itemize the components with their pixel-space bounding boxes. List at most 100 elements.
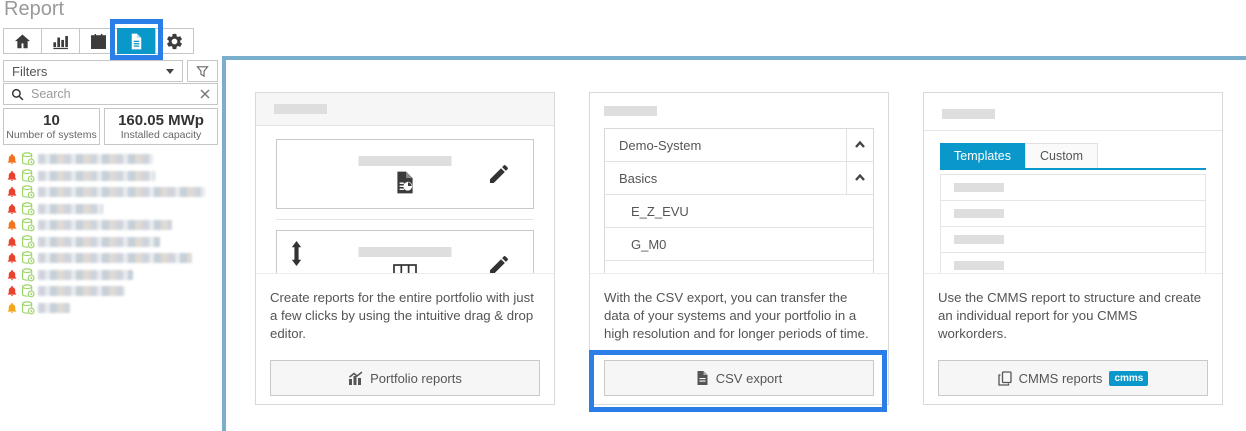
template-row[interactable] xyxy=(941,227,1205,253)
table-row-icon xyxy=(393,264,417,274)
view-toolbar xyxy=(4,28,194,54)
tab-templates[interactable]: Templates xyxy=(940,143,1025,168)
report-chart-document-icon xyxy=(392,169,418,196)
system-list-item[interactable] xyxy=(3,168,218,185)
placeholder-bar xyxy=(359,156,452,166)
cmms-reports-button[interactable]: CMMS reports cmms xyxy=(938,360,1208,396)
system-monitoring-icon xyxy=(21,152,35,166)
tree-item[interactable]: Demo-System xyxy=(605,129,873,162)
portfolio-editor-preview xyxy=(256,93,554,274)
system-list-item[interactable] xyxy=(3,201,218,218)
system-monitoring-icon xyxy=(21,284,35,298)
alarm-bell-icon xyxy=(6,302,18,314)
system-list-item[interactable] xyxy=(3,250,218,267)
template-row[interactable] xyxy=(941,201,1205,227)
tab-calendar[interactable] xyxy=(79,28,118,54)
chevron-down-icon xyxy=(166,69,174,74)
system-name-redacted xyxy=(38,187,205,197)
system-list xyxy=(3,151,218,316)
system-list-item[interactable] xyxy=(3,184,218,201)
tab-home[interactable] xyxy=(3,28,42,54)
file-icon xyxy=(696,371,709,385)
system-monitoring-icon xyxy=(21,169,35,183)
search-box xyxy=(3,83,218,105)
portfolio-reports-button[interactable]: Portfolio reports xyxy=(270,360,540,396)
edit-pencil-icon[interactable] xyxy=(487,253,511,274)
drag-updown-arrow-icon[interactable] xyxy=(290,241,303,266)
tree-item[interactable]: G_M0 xyxy=(605,228,873,261)
collapse-button[interactable] xyxy=(846,162,873,194)
system-monitoring-icon xyxy=(21,202,35,216)
system-monitoring-icon xyxy=(21,251,35,265)
tree-item-label: Demo-System xyxy=(605,138,701,153)
card-portfolio-reports: Create reports for the entire portfolio … xyxy=(255,92,555,405)
cmms-templates-preview: Templates Custom xyxy=(924,93,1222,274)
tab-analysis[interactable] xyxy=(41,28,80,54)
filter-funnel-button[interactable] xyxy=(187,60,218,82)
button-label: Portfolio reports xyxy=(370,371,462,386)
placeholder-bar xyxy=(274,104,327,114)
template-row[interactable] xyxy=(941,175,1205,201)
tab-label: Custom xyxy=(1040,149,1083,163)
system-name-redacted xyxy=(38,171,155,181)
bar-chart-icon xyxy=(51,32,70,51)
cmms-tabs: Templates Custom xyxy=(940,143,1206,170)
placeholder-bar xyxy=(954,209,1004,218)
edit-pencil-icon[interactable] xyxy=(487,162,511,186)
system-monitoring-icon xyxy=(21,235,35,249)
alarm-bell-icon xyxy=(6,236,18,248)
system-name-redacted xyxy=(38,204,103,214)
csv-tree-preview: Demo-System Basics E_Z_EVU xyxy=(590,93,888,274)
alarm-bell-icon xyxy=(6,186,18,198)
filters-dropdown[interactable]: Filters xyxy=(3,60,183,82)
alarm-bell-icon xyxy=(6,170,18,182)
card-cmms-reports: Templates Custom Use the CMMS report to … xyxy=(923,92,1223,405)
stat-value: 160.05 MWp xyxy=(105,112,217,129)
csv-export-button[interactable]: CSV export xyxy=(604,360,874,396)
tree-item-label: Basics xyxy=(605,171,657,186)
button-label: CMMS reports xyxy=(1019,371,1103,386)
page-title: Report xyxy=(4,0,64,21)
tree-item[interactable]: Basics xyxy=(605,162,873,195)
filters-label: Filters xyxy=(12,64,47,79)
system-list-item[interactable] xyxy=(3,234,218,251)
sidebar: Filters 10 Number of systems 160.05 MWp … xyxy=(3,60,218,316)
stat-number-of-systems: 10 Number of systems xyxy=(3,108,100,145)
tab-report[interactable] xyxy=(117,28,156,54)
system-list-item[interactable] xyxy=(3,300,218,317)
system-list-item[interactable] xyxy=(3,283,218,300)
placeholder-bar xyxy=(954,235,1004,244)
tree-item[interactable]: P_AC xyxy=(605,261,873,274)
clear-search-icon[interactable] xyxy=(200,89,210,99)
alarm-bell-icon xyxy=(6,252,18,264)
stat-installed-capacity: 160.05 MWp Installed capacity xyxy=(104,108,218,145)
placeholder-bar xyxy=(942,109,995,119)
placeholder-bar xyxy=(954,183,1004,192)
tab-settings[interactable] xyxy=(155,28,194,54)
system-name-redacted xyxy=(38,270,133,280)
alarm-bell-icon xyxy=(6,285,18,297)
placeholder-bar xyxy=(359,247,452,257)
tree-item-label: E_Z_EVU xyxy=(605,204,689,219)
system-monitoring-icon xyxy=(21,301,35,315)
system-name-redacted xyxy=(38,303,70,313)
tab-custom[interactable]: Custom xyxy=(1025,143,1098,168)
collapse-button[interactable] xyxy=(846,129,873,161)
report-widget-row xyxy=(276,139,534,209)
system-list-item[interactable] xyxy=(3,151,218,168)
tab-label: Templates xyxy=(954,149,1011,163)
card-description: Use the CMMS report to structure and cre… xyxy=(924,274,1222,360)
system-name-redacted xyxy=(38,237,160,247)
tree-item[interactable]: E_Z_EVU xyxy=(605,195,873,228)
home-icon xyxy=(13,32,32,51)
template-row[interactable] xyxy=(941,253,1205,274)
system-list-item[interactable] xyxy=(3,267,218,284)
system-list-item[interactable] xyxy=(3,217,218,234)
alarm-bell-icon xyxy=(6,269,18,281)
system-monitoring-icon xyxy=(21,218,35,232)
system-name-redacted xyxy=(38,220,172,230)
system-name-redacted xyxy=(38,286,125,296)
search-input[interactable] xyxy=(31,87,193,101)
alarm-bell-icon xyxy=(6,153,18,165)
card-csv-export: Demo-System Basics E_Z_EVU xyxy=(589,92,889,405)
